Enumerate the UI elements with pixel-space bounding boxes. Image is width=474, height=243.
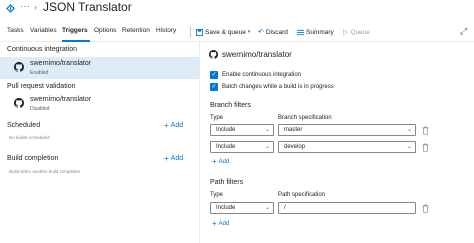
summary-button[interactable]: Summary [297,25,334,39]
ci-trigger-item[interactable]: swernimo/translator Enabled [0,57,199,79]
add-path-filter-label: Add [218,220,230,227]
page-title: JSON Translator [43,0,132,14]
branch-spec-select[interactable]: master ⌄ [278,124,416,136]
tab-retention[interactable]: Retention [122,27,150,34]
path-filters-title: Path filters [210,179,244,186]
scheduled-note: No builds scheduled [9,135,50,140]
chevron-down-icon: ⌄ [264,144,270,150]
chevron-down-icon: ⌄ [406,127,412,133]
list-icon [297,29,304,35]
batch-changes-label: Batch changes while a build is in progre… [222,84,334,90]
plus-icon: + [164,121,169,130]
more-actions-icon[interactable]: ··· [20,1,31,11]
repo-heading: swernimo/translator [209,50,292,59]
triggers-list-panel: Continuous integration swernimo/translat… [0,42,200,243]
toolbar-divider [190,26,191,38]
branch-spec-select[interactable]: develop ⌄ [278,141,416,153]
enable-ci-label: Enable continuous integration [222,72,302,78]
save-icon [196,28,203,36]
path-type-column-label: Type [210,192,224,198]
add-scheduled-label: Add [170,122,184,129]
add-completion-button[interactable]: + Add [164,154,183,163]
scheduled-section-title: Scheduled [7,122,41,129]
ci-section-title: Continuous integration [7,46,78,53]
chevron-down-icon: ⌄ [406,144,412,150]
branch-spec-column-label: Branch specification [278,115,332,121]
breadcrumb-separator-icon: › [34,2,37,12]
pr-status: Disabled [30,106,50,112]
github-icon [209,50,218,59]
discard-button[interactable]: ↶ Discard [258,25,288,39]
branch-filters-title: Branch filters [210,102,251,109]
expand-icon[interactable]: ⤢ [460,26,467,37]
save-and-queue-button[interactable]: Save & queue ▾ [196,25,250,39]
batch-changes-row: ✓ Batch changes while a build is in prog… [210,83,334,91]
add-path-filter-button[interactable]: + Add [212,219,229,228]
add-branch-filter-button[interactable]: + Add [212,157,229,166]
path-filter-type-select[interactable]: Include ⌄ [210,202,274,214]
tab-triggers[interactable]: Triggers [62,27,88,34]
add-completion-label: Add [170,155,184,162]
plus-icon: + [212,157,217,166]
completion-note: Build when another build completes [9,169,81,174]
queue-button[interactable]: ▷ Queue [343,25,370,39]
branch-filter-type-select[interactable]: Include ⌄ [210,141,274,153]
ci-repo-name: swernimo/translator [30,60,92,67]
page-header: ··· › JSON Translator [0,0,474,24]
delete-icon[interactable] [422,143,429,152]
save-and-queue-label: Save & queue [205,28,246,36]
github-icon [14,98,24,108]
branch-spec-value: develop [284,144,306,150]
pr-repo-name: swernimo/translator [30,96,92,103]
tab-history[interactable]: History [156,27,176,34]
add-scheduled-button[interactable]: + Add [164,121,183,130]
completion-section-title: Build completion [7,155,59,162]
plus-icon: + [164,154,169,163]
branch-filter-type-value: Include [216,144,236,150]
github-icon [14,62,24,72]
delete-icon[interactable] [422,204,429,213]
enable-ci-checkbox[interactable]: ✓ [210,71,218,79]
path-spec-input[interactable]: / [278,202,416,214]
path-spec-value: / [284,205,286,211]
branch-spec-value: master [284,127,303,133]
chevron-down-icon: ⌄ [264,205,270,211]
repo-name: swernimo/translator [222,50,292,59]
branch-type-column-label: Type [210,115,224,121]
play-icon: ▷ [343,29,349,36]
delete-icon[interactable] [422,126,429,135]
plus-icon: + [212,219,217,228]
ci-status: Enabled [30,70,49,76]
queue-label: Queue [350,28,370,36]
pr-section-title: Pull request validation [7,83,76,90]
batch-changes-checkbox[interactable]: ✓ [210,83,218,91]
tab-variables[interactable]: Variables [30,27,57,34]
branch-filter-type-value: Include [216,127,236,133]
add-branch-filter-label: Add [218,158,230,165]
enable-ci-row: ✓ Enable continuous integration [210,71,301,79]
trigger-details-panel: swernimo/translator ✓ Enable continuous … [201,42,474,243]
tab-tasks[interactable]: Tasks [7,27,24,34]
branch-filter-type-select[interactable]: Include ⌄ [210,124,274,136]
undo-icon: ↶ [258,29,264,36]
summary-label: Summary [306,28,334,36]
path-spec-column-label: Path specification [278,192,326,198]
tab-options[interactable]: Options [94,27,116,34]
chevron-down-icon: ⌄ [264,127,270,133]
chevron-down-icon: ▾ [247,29,251,35]
discard-label: Discard [265,28,288,36]
pipeline-icon [6,4,15,13]
path-filter-type-value: Include [216,205,236,211]
toolbar: Tasks Variables Triggers Options Retenti… [0,22,474,42]
pr-trigger-item[interactable]: swernimo/translator Disabled [0,93,199,115]
